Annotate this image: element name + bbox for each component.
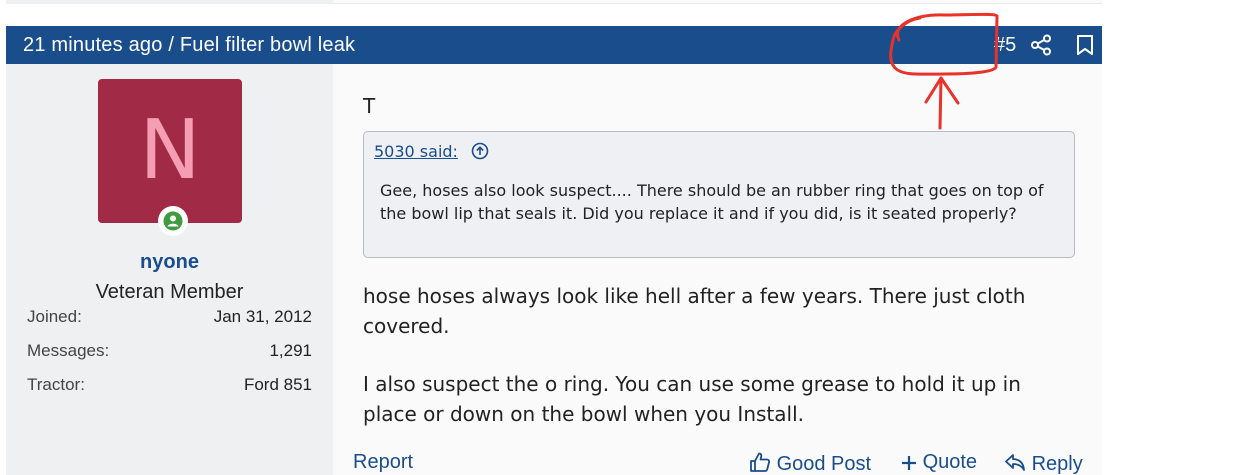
stat-label: Tractor:: [27, 375, 85, 394]
previous-post-user-column: [6, 0, 333, 4]
stat-value: Jan 31, 2012: [213, 307, 312, 326]
thread-title-link[interactable]: Fuel filter bowl leak: [180, 34, 355, 56]
reply-label: Reply: [1031, 453, 1083, 475]
post-paragraph: hose hoses always look like hell after a…: [363, 284, 1026, 338]
username-link[interactable]: nyone: [6, 251, 333, 274]
online-user-icon: [158, 206, 188, 236]
user-title: Veteran Member: [95, 281, 244, 303]
quote-block: 5030 said: Gee, hoses also look suspect.…: [363, 131, 1075, 258]
post-number-link[interactable]: #5: [994, 34, 1016, 57]
stat-value: Ford 851: [243, 375, 312, 394]
post-time-link[interactable]: 21 minutes ago: [23, 34, 163, 56]
breadcrumb-separator: /: [162, 34, 180, 56]
quote-button[interactable]: Quote: [901, 451, 977, 474]
post-header: 21 minutes ago / Fuel filter bowl leak #…: [6, 26, 1102, 64]
good-post-button[interactable]: Good Post: [749, 451, 871, 475]
jump-to-quote-icon[interactable]: [471, 142, 489, 160]
avatar[interactable]: N: [98, 79, 242, 223]
stat-value: 1,291: [269, 341, 312, 360]
stat-tractor: Tractor: Ford 851: [27, 375, 312, 399]
post-first-line: T: [363, 94, 376, 118]
post-body: hose hoses always look like hell after a…: [363, 281, 1075, 457]
quote-attribution-link[interactable]: 5030 said:: [374, 142, 458, 161]
reply-arrow-icon: [1004, 453, 1032, 475]
share-icon[interactable]: [1030, 34, 1052, 56]
quote-label: Quote: [922, 451, 978, 473]
stat-joined: Joined: Jan 31, 2012: [27, 307, 312, 331]
report-button[interactable]: Report: [353, 451, 413, 474]
stat-label: Joined:: [27, 307, 82, 326]
stat-messages: Messages: 1,291: [27, 341, 312, 365]
reply-button[interactable]: Reply: [1004, 451, 1083, 475]
plus-icon: [901, 451, 923, 473]
forum-post: 21 minutes ago / Fuel filter bowl leak #…: [6, 26, 1102, 475]
good-post-label: Good Post: [776, 453, 872, 475]
thumbs-up-icon: [749, 452, 777, 475]
user-info-column: N nyone Veteran Member Joined: Jan 31, 2…: [6, 64, 333, 475]
post-breadcrumb: 21 minutes ago / Fuel filter bowl leak: [23, 34, 355, 57]
post-content: T 5030 said: Gee, hoses also look suspec…: [333, 64, 1102, 475]
report-label: Report: [353, 451, 414, 473]
stat-label: Messages:: [27, 341, 110, 360]
previous-post-content: [333, 0, 1102, 4]
post-paragraph: I also suspect the o ring. You can use s…: [363, 372, 1021, 426]
quote-text: Gee, hoses also look suspect.... There s…: [380, 181, 1044, 223]
bookmark-icon[interactable]: [1074, 34, 1096, 56]
